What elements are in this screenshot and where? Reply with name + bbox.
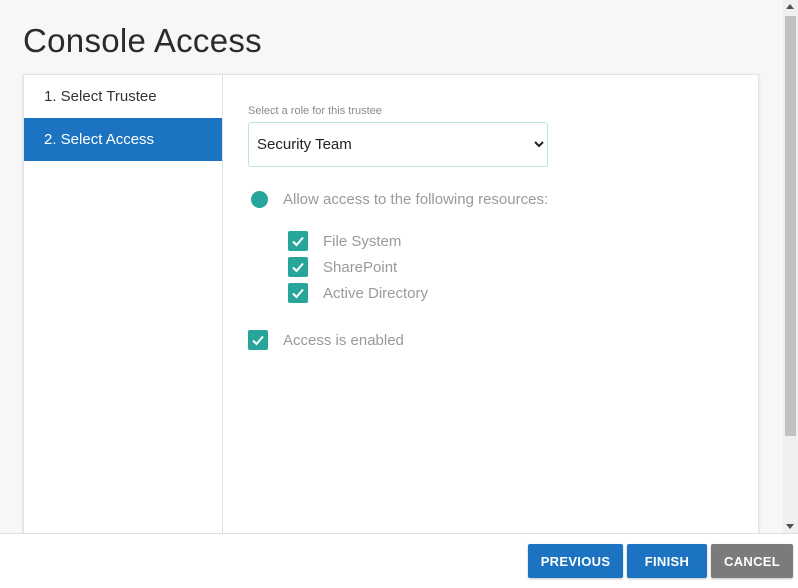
footer-bar: PREVIOUS FINISH CANCEL [0,533,798,588]
list-item: Active Directory [288,280,758,306]
scroll-thumb[interactable] [785,16,796,436]
role-select[interactable]: Security Team [248,122,548,167]
access-enabled-label: Access is enabled [283,331,404,349]
allow-access-option: Allow access to the following resources: [248,191,758,208]
access-enabled-checkbox[interactable] [248,330,268,350]
page-title: Console Access [23,22,262,59]
access-form: Select a role for this trustee Security … [248,105,758,350]
role-label: Select a role for this trustee [248,105,382,117]
active-directory-checkbox[interactable] [288,283,308,303]
scroll-up-icon[interactable] [786,4,794,9]
allow-access-label: Allow access to the following resources: [283,191,549,208]
active-directory-label: Active Directory [323,284,429,302]
finish-button[interactable]: FINISH [627,544,707,578]
file-system-label: File System [323,232,402,250]
checkmark-icon [292,236,304,247]
wizard-panel: 1. Select Trustee 2. Select Access Selec… [23,74,759,544]
wizard-steps: 1. Select Trustee 2. Select Access [24,75,223,543]
step-select-trustee[interactable]: 1. Select Trustee [24,75,222,118]
resource-list: File System SharePoint Active Directory [288,228,758,306]
checkmark-icon [252,335,264,346]
step-select-access[interactable]: 2. Select Access [24,118,222,161]
file-system-checkbox[interactable] [288,231,308,251]
sharepoint-checkbox[interactable] [288,257,308,277]
previous-button[interactable]: PREVIOUS [528,544,623,578]
scroll-down-icon[interactable] [786,524,794,529]
list-item: SharePoint [288,254,758,280]
cancel-button[interactable]: CANCEL [711,544,793,578]
checkmark-icon [292,288,304,299]
list-item: File System [288,228,758,254]
allow-access-radio[interactable] [251,191,268,208]
vertical-scrollbar[interactable] [783,0,798,533]
checkmark-icon [292,262,304,273]
sharepoint-label: SharePoint [323,258,398,276]
access-enabled-option: Access is enabled [248,330,758,350]
